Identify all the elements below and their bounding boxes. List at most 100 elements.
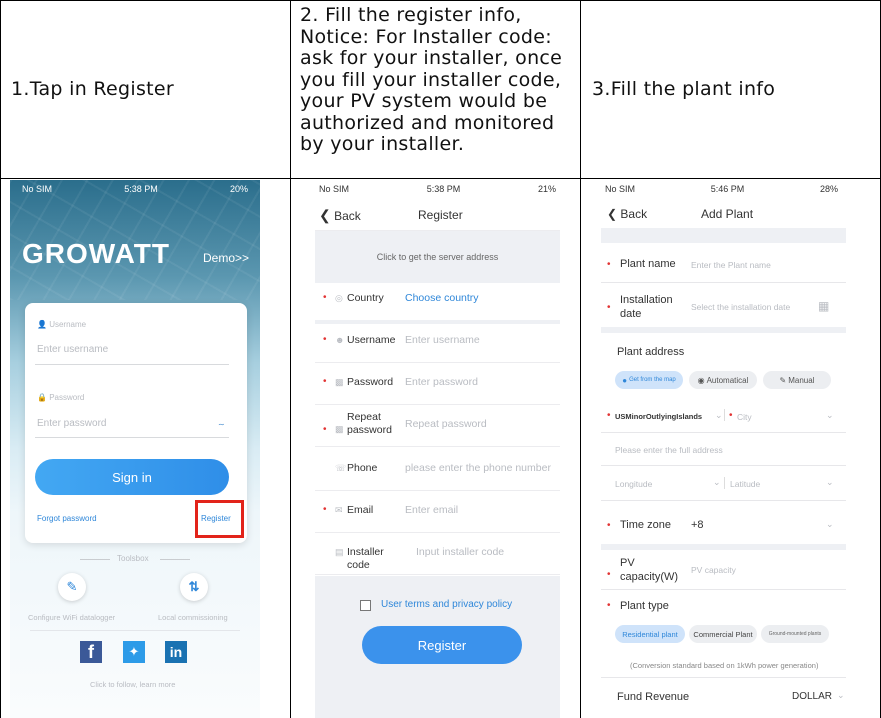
required-marker: •: [323, 292, 327, 303]
full-address-input[interactable]: Please enter the full address: [615, 445, 723, 455]
field-label: Password: [347, 376, 394, 388]
chevron-down-icon[interactable]: ⌄: [826, 519, 834, 530]
lock-icon: ▩: [335, 424, 344, 434]
field-input[interactable]: Choose country: [405, 292, 479, 304]
tool-wifi-label: Configure WiFi datalogger: [28, 613, 116, 622]
chevron-down-icon[interactable]: ⌄: [713, 477, 721, 488]
field-input[interactable]: Enter username: [405, 334, 480, 346]
step2-line: 2. Fill the register info,: [300, 4, 522, 26]
wifi-datalogger-icon[interactable]: ✎: [58, 573, 86, 601]
time-zone-select[interactable]: +8: [691, 519, 704, 531]
field-input[interactable]: Enter email: [405, 504, 458, 516]
register-field-row: • ▩ Repeat password Repeat password: [315, 408, 560, 450]
fund-currency-select[interactable]: DOLLAR: [792, 691, 832, 702]
country-select[interactable]: USMinorOutlyingIslands: [615, 412, 702, 421]
step2-line: ask for your installer, once: [300, 47, 563, 69]
fund-revenue-label: Fund Revenue: [617, 691, 690, 703]
required-marker: •: [323, 504, 327, 515]
toolbox-label: Toolsbox: [117, 554, 149, 563]
eye-icon[interactable]: ∼: [218, 420, 225, 429]
target-icon: ◉: [697, 375, 705, 385]
chevron-down-icon[interactable]: ⌄: [826, 410, 834, 421]
divider: [315, 532, 560, 533]
calendar-icon[interactable]: ▦: [818, 299, 829, 313]
field-input[interactable]: Input installer code: [416, 546, 504, 558]
local-commissioning-icon[interactable]: ⇅: [180, 573, 208, 601]
step2-line: by your installer.: [300, 133, 465, 155]
commercial-plant-button[interactable]: Commercial Plant: [689, 625, 757, 643]
field-input[interactable]: please enter the phone number: [405, 462, 551, 474]
user-icon: ☻: [335, 335, 345, 345]
register-field-row: • ☻ Username Enter username: [315, 324, 560, 366]
required-marker: •: [323, 334, 327, 345]
pencil-icon: ✎: [779, 375, 787, 385]
city-input[interactable]: City: [737, 412, 752, 422]
register-field-row: • ✉ Email Enter email: [315, 494, 560, 536]
register-link[interactable]: Register: [201, 514, 231, 523]
register-field-row: • ▩ Password Enter password: [315, 366, 560, 408]
pv-capacity-input[interactable]: PV capacity: [691, 565, 736, 575]
page-title: Add Plant: [701, 207, 754, 221]
get-from-map-button[interactable]: ● Get from the map: [615, 371, 683, 389]
facebook-icon[interactable]: f: [80, 641, 102, 663]
carrier-label: No SIM: [605, 184, 636, 194]
chevron-left-icon: ❮: [607, 207, 618, 221]
field-label: Phone: [347, 462, 378, 474]
carrier-label: No SIM: [319, 184, 350, 194]
forgot-password-link[interactable]: Forgot password: [37, 514, 97, 523]
chevron-down-icon[interactable]: ⌄: [715, 410, 723, 421]
divider: [315, 446, 560, 447]
time-zone-label: Time zone: [620, 519, 671, 531]
required-marker: •: [323, 376, 327, 387]
back-button[interactable]: ❮ Back: [319, 207, 361, 224]
id-card-icon: ▤: [335, 547, 344, 557]
chevron-down-icon[interactable]: ⌄: [837, 690, 845, 701]
field-label: Repeat password: [347, 411, 392, 436]
add-plant-screen: No SIM 5:46 PM 28% ❮ Back Add Plant • Pl…: [593, 180, 850, 718]
plant-name-input[interactable]: Enter the Plant name: [691, 260, 771, 270]
carrier-label: No SIM: [22, 184, 53, 194]
battery-label: 20%: [229, 184, 248, 194]
field-label: Installer code: [347, 546, 384, 571]
table-border-left: [0, 0, 1, 718]
lock-icon: ▩: [335, 377, 344, 387]
plant-address-label: Plant address: [617, 346, 685, 358]
divider: [315, 574, 560, 575]
register-field-row: ▤ Installer code Input installer code: [315, 536, 560, 578]
username-input[interactable]: Enter username: [37, 344, 108, 355]
terms-link[interactable]: User terms and privacy policy: [381, 599, 512, 610]
ground-mounted-button[interactable]: Ground-mounted plants: [761, 625, 829, 643]
automatical-button[interactable]: ◉ Automatical: [689, 371, 757, 389]
password-input[interactable]: Enter password: [37, 418, 106, 429]
battery-label: 21%: [537, 184, 556, 194]
longitude-input[interactable]: Longitude: [615, 479, 652, 489]
server-address-button[interactable]: Click to get the server address: [315, 231, 560, 283]
username-label: 👤 Username: [37, 320, 87, 329]
globe-icon: ◎: [335, 293, 343, 303]
manual-button[interactable]: ✎ Manual: [763, 371, 831, 389]
field-input[interactable]: Repeat password: [405, 418, 487, 430]
plant-type-label: Plant type: [620, 600, 669, 612]
demo-link[interactable]: Demo>>: [203, 251, 249, 265]
field-input[interactable]: Enter password: [405, 376, 478, 388]
step2-text: 2. Fill the register info, Notice: For In…: [300, 4, 563, 156]
register-field-row: • ◎ Country Choose country: [315, 282, 560, 324]
residential-plant-button[interactable]: Residential plant: [615, 625, 685, 643]
table-col-divider-1: [290, 0, 291, 718]
pv-capacity-label: PV capacity(W): [620, 557, 679, 583]
linkedin-icon[interactable]: in: [165, 641, 187, 663]
latitude-input[interactable]: Latitude: [730, 479, 760, 489]
terms-checkbox[interactable]: [360, 600, 371, 611]
chevron-down-icon[interactable]: ⌄: [826, 477, 834, 488]
login-screen: No SIM 5:38 PM 20% GROWATT Demo>> 👤 User…: [10, 180, 260, 718]
sign-in-button[interactable]: Sign in: [35, 459, 229, 495]
step2-line: you fill your installer code,: [300, 68, 562, 91]
twitter-icon[interactable]: ✦: [123, 641, 145, 663]
password-label: 🔒 Password: [37, 393, 85, 402]
register-button[interactable]: Register: [362, 626, 522, 664]
tool-local-label: Local commissioning: [158, 613, 228, 622]
installation-date-input[interactable]: Select the installation date: [691, 302, 790, 312]
step1-text: 1.Tap in Register: [11, 78, 175, 100]
back-button[interactable]: ❮ Back: [607, 207, 647, 221]
battery-label: 28%: [819, 184, 838, 194]
